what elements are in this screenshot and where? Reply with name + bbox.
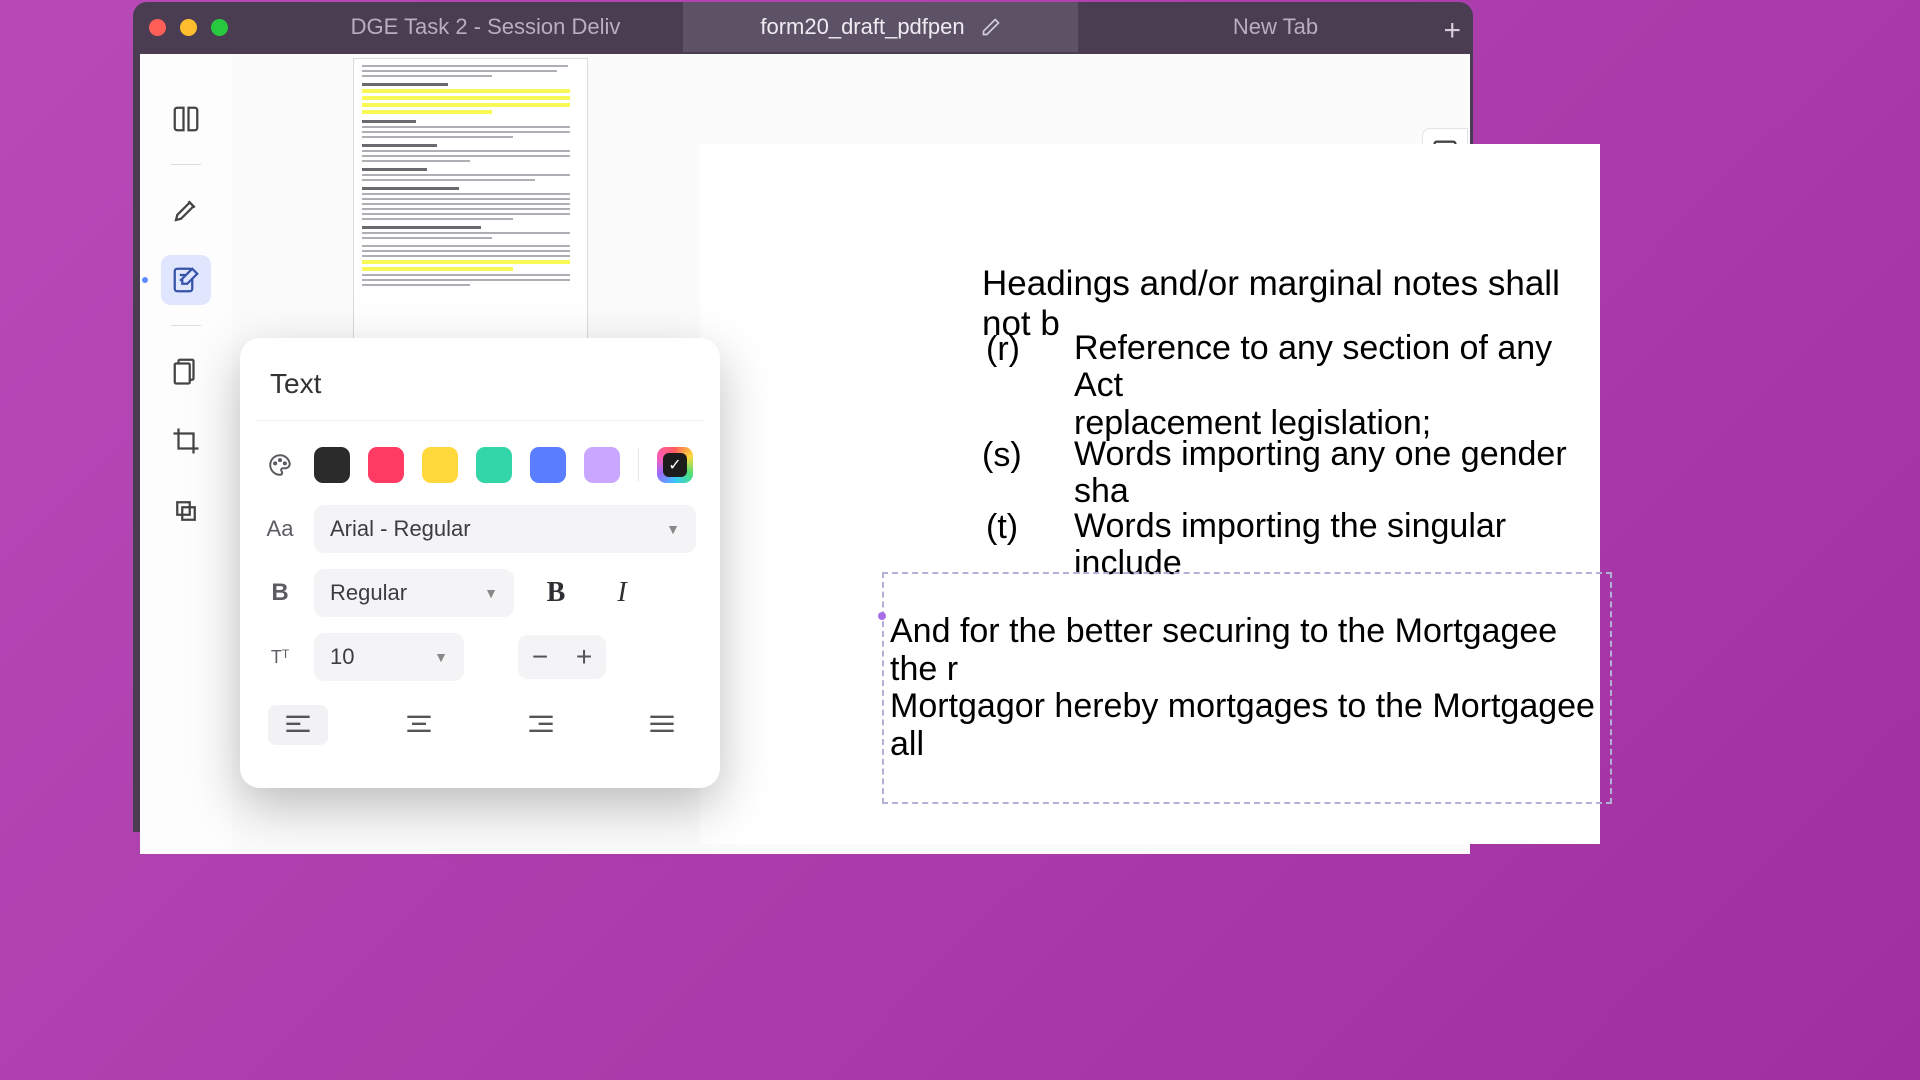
checkmark-icon: ✓ bbox=[663, 453, 687, 477]
clause-s-body: Words importing any one gender sha bbox=[1074, 436, 1456, 511]
tab-new[interactable]: New Tab bbox=[1078, 2, 1456, 52]
tab-label: New Tab bbox=[1233, 14, 1318, 40]
new-tab-button[interactable]: + bbox=[1443, 14, 1456, 48]
chevron-down-icon: ▼ bbox=[666, 521, 680, 537]
pencil-icon bbox=[981, 17, 1001, 37]
font-icon: Aa bbox=[264, 516, 296, 542]
color-picker-button[interactable]: ✓ bbox=[657, 447, 693, 483]
tool-sidebar bbox=[140, 54, 232, 820]
page-thumbnail[interactable] bbox=[353, 58, 588, 348]
crop-tool[interactable] bbox=[161, 416, 211, 466]
align-justify-button[interactable] bbox=[632, 705, 692, 745]
highlighter-tool[interactable] bbox=[161, 185, 211, 235]
sidebar-separator bbox=[171, 325, 201, 326]
weight-icon: B bbox=[264, 579, 296, 607]
color-swatch-black[interactable] bbox=[314, 447, 350, 483]
sidebar-separator bbox=[171, 164, 201, 165]
size-icon: TT bbox=[264, 647, 296, 668]
titlebar: DGE Task 2 - Session Deliv form20_draft_… bbox=[133, 2, 1456, 52]
tab-form20-draft[interactable]: form20_draft_pdfpen bbox=[683, 2, 1078, 52]
text-annotation-editing[interactable]: And for the better securing to the Mortg… bbox=[882, 572, 1456, 804]
swatch-separator bbox=[638, 448, 639, 482]
tab-label: form20_draft_pdfpen bbox=[760, 14, 964, 40]
tool-active-indicator-icon bbox=[142, 277, 148, 283]
font-size-select[interactable]: 10 ▼ bbox=[314, 633, 464, 681]
clause-r-body: Reference to any section of any Act repl… bbox=[1074, 330, 1456, 442]
color-swatch-yellow[interactable] bbox=[422, 447, 458, 483]
resize-handle-left-icon[interactable] bbox=[878, 612, 886, 620]
chevron-down-icon: ▼ bbox=[484, 585, 498, 601]
font-family-value: Arial - Regular bbox=[330, 516, 471, 542]
decrease-size-button[interactable]: − bbox=[518, 635, 562, 679]
tab-label: DGE Task 2 - Session Deliv bbox=[351, 14, 621, 40]
italic-button[interactable]: I bbox=[598, 569, 646, 617]
font-weight-select[interactable]: Regular ▼ bbox=[314, 569, 514, 617]
font-weight-value: Regular bbox=[330, 580, 407, 606]
window-zoom-button[interactable] bbox=[211, 19, 228, 36]
chevron-down-icon: ▼ bbox=[434, 649, 448, 665]
color-swatch-purple[interactable] bbox=[584, 447, 620, 483]
popover-divider bbox=[256, 420, 704, 421]
increase-size-button[interactable]: + bbox=[562, 635, 606, 679]
popover-title: Text bbox=[264, 368, 696, 400]
color-swatch-teal[interactable] bbox=[476, 447, 512, 483]
align-right-button[interactable] bbox=[511, 705, 571, 745]
font-size-value: 10 bbox=[330, 644, 354, 670]
color-swatch-red[interactable] bbox=[368, 447, 404, 483]
reader-tool[interactable] bbox=[161, 94, 211, 144]
palette-icon bbox=[264, 452, 296, 478]
window-close-button[interactable] bbox=[149, 19, 166, 36]
clause-t-label: (t) bbox=[986, 508, 1018, 547]
bold-button[interactable]: B bbox=[532, 569, 580, 617]
align-left-button[interactable] bbox=[268, 705, 328, 745]
document-page[interactable]: Headings and/or marginal notes shall not… bbox=[700, 144, 1456, 820]
align-center-button[interactable] bbox=[389, 705, 449, 745]
editing-text: And for the better securing to the Mortg… bbox=[890, 612, 1456, 762]
text-format-popover: Text ✓ Aa Arial - Regular ▼ B Regular ▼ … bbox=[240, 338, 720, 788]
layers-tool[interactable] bbox=[161, 486, 211, 536]
color-swatch-blue[interactable] bbox=[530, 447, 566, 483]
tab-dge-task[interactable]: DGE Task 2 - Session Deliv bbox=[288, 2, 683, 52]
pages-tool[interactable] bbox=[161, 346, 211, 396]
window-minimize-button[interactable] bbox=[180, 19, 197, 36]
text-annotate-tool[interactable] bbox=[161, 255, 211, 305]
clause-r-label: (r) bbox=[986, 330, 1020, 369]
clause-s-label: (s) bbox=[982, 436, 1022, 475]
font-family-select[interactable]: Arial - Regular ▼ bbox=[314, 505, 696, 553]
